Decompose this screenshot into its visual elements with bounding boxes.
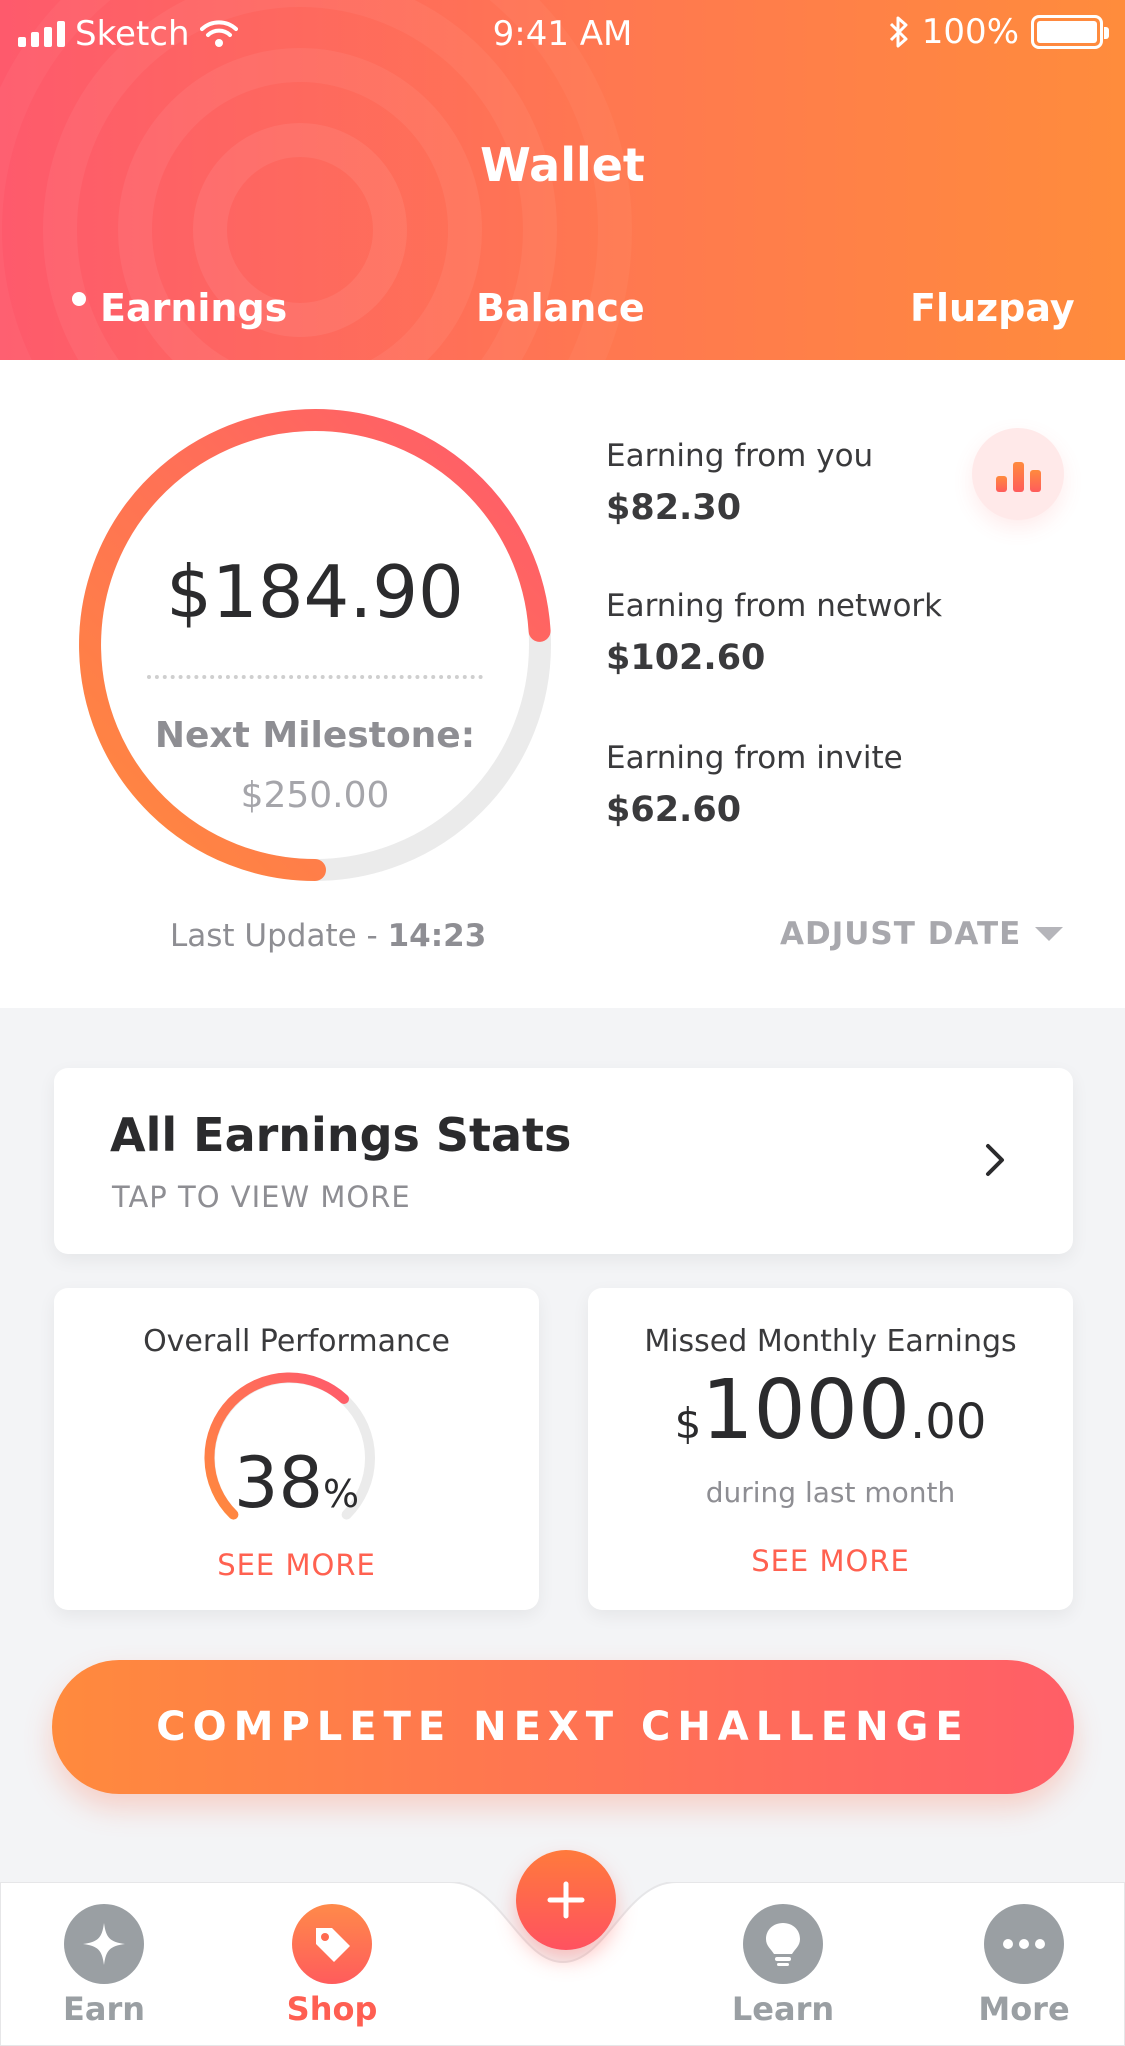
see-more-link[interactable]: SEE MORE: [588, 1544, 1073, 1578]
see-more-link[interactable]: SEE MORE: [54, 1548, 539, 1582]
milestone-progress-ring: $184.90 Next Milestone: $250.00: [70, 400, 560, 890]
adjust-date-label: ADJUST DATE: [780, 916, 1022, 952]
battery-percent: 100%: [921, 12, 1019, 52]
tab-fluzpay[interactable]: Fluzpay: [910, 286, 1075, 330]
tab-earnings[interactable]: Earnings: [100, 286, 287, 330]
tab-label: Learn: [731, 1990, 835, 2028]
missed-subtitle: during last month: [705, 1476, 956, 1509]
earning-label: Earning from network: [606, 588, 943, 624]
tag-icon: [292, 1904, 372, 1984]
amount-whole: 1000: [701, 1363, 911, 1458]
tab-shop[interactable]: Shop: [252, 1904, 412, 2028]
last-update-label: Last Update -: [170, 918, 388, 954]
currency-symbol: $: [674, 1399, 702, 1448]
wallet-header: Sketch 9:41 AM 100% Wallet Earnings Bala…: [0, 0, 1125, 360]
complete-next-challenge-button[interactable]: COMPLETE NEXT CHALLENGE: [52, 1660, 1074, 1794]
performance-title: Overall Performance: [143, 1324, 450, 1359]
milestone-value: $250.00: [240, 775, 390, 816]
all-earnings-stats-card[interactable]: All Earnings Stats TAP TO VIEW MORE: [54, 1068, 1073, 1254]
stats-subtitle: TAP TO VIEW MORE: [112, 1180, 411, 1214]
lightbulb-icon: [743, 1904, 823, 1984]
percent-value: 38: [233, 1442, 323, 1524]
stats-title: All Earnings Stats: [110, 1108, 572, 1162]
more-dots-icon: [984, 1904, 1064, 1984]
tab-balance[interactable]: Balance: [476, 286, 645, 330]
adjust-date-button[interactable]: ADJUST DATE: [780, 916, 1064, 952]
earning-value: $62.60: [606, 790, 742, 830]
tab-label: Shop: [286, 1990, 378, 2028]
total-earnings: $184.90: [166, 550, 464, 634]
bluetooth-icon: [889, 16, 908, 48]
add-button[interactable]: [516, 1850, 616, 1950]
tab-more[interactable]: More: [944, 1904, 1104, 2028]
battery-icon: [1031, 15, 1109, 49]
overall-performance-card[interactable]: Overall Performance 38% SEE MORE: [54, 1288, 539, 1610]
tab-label: Earn: [62, 1990, 145, 2028]
plus-icon: [547, 1881, 585, 1919]
bar-chart-icon[interactable]: [972, 428, 1064, 520]
earning-value: $102.60: [606, 638, 766, 678]
status-bar: Sketch 9:41 AM 100%: [0, 0, 1125, 70]
percent-sign: %: [322, 1472, 360, 1516]
chevron-down-icon: [1035, 927, 1064, 941]
tab-earn[interactable]: Earn: [24, 1904, 184, 2028]
missed-amount: $1000.00: [588, 1370, 1073, 1452]
chevron-right-icon: [986, 1144, 1004, 1176]
earning-from-network: Earning from network $102.60: [606, 588, 1046, 678]
tab-learn[interactable]: Learn: [703, 1904, 863, 2028]
earnings-summary: $184.90 Next Milestone: $250.00 Earning …: [0, 360, 1125, 1008]
last-update: Last Update - 14:23: [170, 918, 486, 954]
status-right: 100%: [888, 12, 1109, 52]
missed-monthly-earnings-card[interactable]: Missed Monthly Earnings $1000.00 during …: [588, 1288, 1073, 1610]
earning-label: Earning from invite: [606, 740, 903, 776]
active-tab-indicator: [72, 292, 86, 306]
dotted-divider: [147, 675, 483, 679]
milestone-label: Next Milestone:: [154, 715, 476, 756]
last-update-time: 14:23: [387, 918, 487, 954]
missed-title: Missed Monthly Earnings: [644, 1324, 1017, 1359]
tab-label: More: [978, 1990, 1070, 2028]
amount-cents: .00: [910, 1394, 987, 1450]
performance-percent: 38%: [54, 1448, 539, 1518]
earning-from-invite: Earning from invite $62.60: [606, 740, 1046, 830]
sparkle-icon: [64, 1904, 144, 1984]
page-title: Wallet: [480, 138, 645, 192]
